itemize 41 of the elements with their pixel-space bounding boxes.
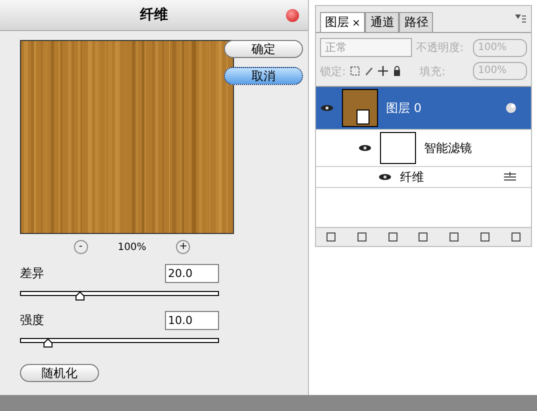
- visibility-eye-icon[interactable]: [358, 144, 372, 152]
- brush-icon[interactable]: [364, 66, 374, 76]
- value-field[interactable]: 20.0: [165, 264, 219, 283]
- layer-row[interactable]: 图层 0: [316, 87, 531, 130]
- zoom-in-button[interactable]: +: [176, 240, 190, 254]
- lock-icon[interactable]: [392, 66, 402, 76]
- dialog-button[interactable]: 确定: [224, 40, 303, 58]
- slider-label: 强度: [20, 312, 44, 329]
- slider-label: 差异: [20, 265, 44, 282]
- move-icon[interactable]: [378, 66, 388, 76]
- filter-mask-thumbnail: [380, 132, 416, 164]
- lock-transparency-icon[interactable]: [350, 66, 360, 76]
- filter-name: 纤维: [400, 168, 424, 186]
- close-icon[interactable]: [286, 9, 299, 22]
- blending-options-icon[interactable]: [503, 172, 517, 182]
- zoom-level: 100%: [118, 242, 146, 252]
- panel-tab[interactable]: 图层 ×: [320, 12, 366, 32]
- panel-tool-icon[interactable]: [417, 231, 430, 243]
- layer-name: 智能滤镜: [424, 140, 472, 156]
- lock-label: 锁定:: [320, 64, 346, 78]
- randomize-button[interactable]: 随机化: [20, 364, 99, 382]
- value-field[interactable]: 10.0: [165, 311, 219, 330]
- layer-thumbnail: [342, 89, 378, 127]
- panel-tool-icon[interactable]: [386, 231, 399, 243]
- zoom-out-button[interactable]: -: [74, 240, 88, 254]
- panel-tool-icon[interactable]: [356, 231, 368, 243]
- opacity-label: 不透明度:: [416, 40, 464, 55]
- dialog-button[interactable]: 取消: [224, 67, 303, 85]
- panel-tab[interactable]: 路径: [399, 12, 434, 32]
- panel-tool-icon[interactable]: [325, 231, 338, 243]
- smart-filter-icon: [505, 102, 517, 114]
- panel-tool-icon[interactable]: [478, 231, 491, 243]
- panel-tool-icon[interactable]: [448, 231, 460, 243]
- visibility-eye-icon[interactable]: [378, 173, 392, 181]
- visibility-eye-icon[interactable]: [320, 104, 334, 112]
- layer-name: 图层 0: [386, 100, 422, 116]
- panel-tab[interactable]: 通道: [365, 12, 400, 32]
- dialog-title: 纤维: [140, 6, 168, 24]
- panel-menu-icon[interactable]: [515, 12, 527, 24]
- fill-label: 填充:: [420, 64, 446, 78]
- panel-tool-icon[interactable]: [510, 231, 522, 243]
